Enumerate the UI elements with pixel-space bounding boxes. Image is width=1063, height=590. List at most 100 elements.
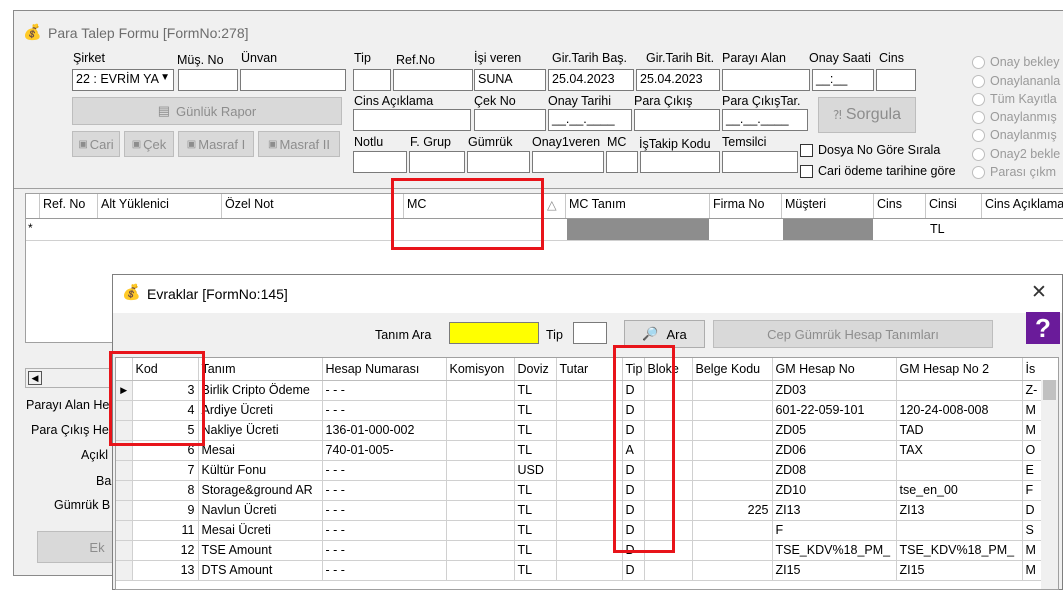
- ek-button[interactable]: Ek: [37, 531, 117, 563]
- cell-kod[interactable]: 5: [132, 420, 199, 441]
- cell-belge-kodu[interactable]: [692, 400, 773, 421]
- grid-header-mc[interactable]: MC: [404, 194, 544, 218]
- ref-no-input[interactable]: [393, 69, 473, 91]
- table-row[interactable]: 5 Nakliye Ücreti 136-01-000-002 TL D ZD05 TAD M: [116, 420, 1058, 441]
- cell-hesap-numarasi[interactable]: - - -: [322, 500, 447, 521]
- table-row[interactable]: 12 TSE Amount - - - TL D TSE_KDV%18_PM_ TSE_K…: [116, 540, 1058, 561]
- cell-tutar[interactable]: [556, 540, 623, 561]
- gir-tarih-bas-input[interactable]: 25.04.2023: [548, 69, 634, 91]
- column-header-hesap-numarasi[interactable]: Hesap Numarası: [322, 358, 447, 381]
- radio-onay-bekleyen[interactable]: [972, 56, 985, 69]
- cell-gm-hesap-no-2[interactable]: TAD: [896, 420, 1023, 441]
- column-header-kod[interactable]: Kod: [132, 358, 199, 381]
- grid-header-cins-aciklama[interactable]: Cins Açıklama: [982, 194, 1063, 218]
- column-header-komisyon[interactable]: Komisyon: [446, 358, 515, 381]
- cell-kod[interactable]: 9: [132, 500, 199, 521]
- cell-tutar[interactable]: [556, 460, 623, 481]
- cell-belge-kodu[interactable]: [692, 480, 773, 501]
- radio-onaylanmis-1[interactable]: [972, 111, 985, 124]
- cell-tanim[interactable]: Navlun Ücreti: [198, 500, 323, 521]
- cell-tutar[interactable]: [556, 400, 623, 421]
- radio-tum-kayitlar[interactable]: [972, 93, 985, 106]
- cell-belge-kodu[interactable]: [692, 440, 773, 461]
- table-row[interactable]: 4 Ardiye Ücreti - - - TL D 601-22-059-101 120…: [116, 400, 1058, 421]
- cell-tip[interactable]: D: [622, 500, 645, 521]
- cell-tutar[interactable]: [556, 480, 623, 501]
- cell-gm-hesap-no[interactable]: ZD08: [772, 460, 897, 481]
- radio-onay2-bekleyen[interactable]: [972, 148, 985, 161]
- cell-doviz[interactable]: TL: [514, 520, 557, 541]
- cell-gm-hesap-no[interactable]: ZD06: [772, 440, 897, 461]
- grid-header-mc-tanim[interactable]: MC Tanım: [566, 194, 710, 218]
- masraf1-button[interactable]: ▣ Masraf I: [178, 131, 254, 157]
- evraklar-grid[interactable]: Kod Tanım Hesap Numarası Komisyon Doviz Tutar…: [115, 357, 1059, 590]
- cell-bloke[interactable]: [644, 400, 693, 421]
- column-header-belge-kodu[interactable]: Belge Kodu: [692, 358, 773, 381]
- cell-tip[interactable]: D: [622, 420, 645, 441]
- cell-gm-hesap-no-2[interactable]: ZI15: [896, 560, 1023, 581]
- cell-tanim[interactable]: TSE Amount: [198, 540, 323, 561]
- cell-hesap-numarasi[interactable]: - - -: [322, 400, 447, 421]
- cell-gm-hesap-no-2[interactable]: [896, 520, 1023, 541]
- cell-hesap-numarasi[interactable]: - - -: [322, 460, 447, 481]
- vertical-scrollbar[interactable]: [1041, 380, 1058, 589]
- table-row[interactable]: 6 Mesai 740-01-005- TL A ZD06 TAX O: [116, 440, 1058, 461]
- row-indicator[interactable]: [116, 400, 133, 421]
- cell-kod[interactable]: 11: [132, 520, 199, 541]
- cell-tip[interactable]: D: [622, 400, 645, 421]
- cell-hesap-numarasi[interactable]: - - -: [322, 560, 447, 581]
- ara-button[interactable]: 🔎 Ara: [624, 320, 705, 348]
- cell-doviz[interactable]: TL: [514, 540, 557, 561]
- cell-hesap-numarasi[interactable]: - - -: [322, 380, 447, 401]
- cell-tanim[interactable]: DTS Amount: [198, 560, 323, 581]
- cell-kod[interactable]: 4: [132, 400, 199, 421]
- table-row[interactable]: 13 DTS Amount - - - TL D ZI15 ZI15 M: [116, 560, 1058, 581]
- cell-kod[interactable]: 13: [132, 560, 199, 581]
- column-header-gm-hesap-no-2[interactable]: GM Hesap No 2: [896, 358, 1023, 381]
- column-header-is[interactable]: İs: [1022, 358, 1058, 381]
- column-header-bloke[interactable]: Bloke: [644, 358, 693, 381]
- cell-doviz[interactable]: TL: [514, 420, 557, 441]
- column-header-doviz[interactable]: Doviz: [514, 358, 557, 381]
- row-indicator[interactable]: [116, 520, 133, 541]
- onay-tarihi-input[interactable]: __.__.____: [548, 109, 632, 131]
- cell-gm-hesap-no-2[interactable]: [896, 460, 1023, 481]
- row-indicator[interactable]: [116, 480, 133, 501]
- cell-komisyon[interactable]: [446, 480, 515, 501]
- cell-komisyon[interactable]: [446, 520, 515, 541]
- unvan-input[interactable]: [240, 69, 346, 91]
- cell-bloke[interactable]: [644, 520, 693, 541]
- horizontal-scrollbar[interactable]: ◀: [25, 368, 125, 388]
- cell-tip[interactable]: D: [622, 380, 645, 401]
- grid-header-ref-no[interactable]: Ref. No: [40, 194, 98, 218]
- cell-hesap-numarasi[interactable]: - - -: [322, 480, 447, 501]
- scroll-thumb[interactable]: [1043, 380, 1056, 400]
- cell-belge-kodu[interactable]: [692, 380, 773, 401]
- para-cikis-input[interactable]: [634, 109, 720, 131]
- cell-gm-hesap-no[interactable]: ZD05: [772, 420, 897, 441]
- row-indicator[interactable]: [116, 440, 133, 461]
- radio-parasi-cikmamis[interactable]: [972, 166, 985, 179]
- cell-gm-hesap-no[interactable]: F: [772, 520, 897, 541]
- grid-header-ozel-not[interactable]: Özel Not: [222, 194, 404, 218]
- cell-tanim[interactable]: Kültür Fonu: [198, 460, 323, 481]
- cell-tanim[interactable]: Birlik Cripto Ödeme: [198, 380, 323, 401]
- mc-input[interactable]: [606, 151, 638, 173]
- cell-doviz[interactable]: TL: [514, 400, 557, 421]
- column-header-tanim[interactable]: Tanım: [198, 358, 323, 381]
- cek-button[interactable]: ▣ Çek: [124, 131, 174, 157]
- cell-belge-kodu[interactable]: [692, 560, 773, 581]
- cek-no-input[interactable]: [474, 109, 546, 131]
- cell-gm-hesap-no-2[interactable]: tse_en_00: [896, 480, 1023, 501]
- sirket-select[interactable]: 22 : EVRİM YA ▼: [72, 69, 174, 91]
- onay-saati-input[interactable]: __:__: [812, 69, 874, 91]
- cari-button[interactable]: ▣ Cari: [72, 131, 120, 157]
- cell-kod[interactable]: 12: [132, 540, 199, 561]
- cell-komisyon[interactable]: [446, 540, 515, 561]
- cell-kod[interactable]: 8: [132, 480, 199, 501]
- row-indicator[interactable]: [116, 540, 133, 561]
- cell-komisyon[interactable]: [446, 380, 515, 401]
- cell-tip[interactable]: A: [622, 440, 645, 461]
- table-row[interactable]: 7 Kültür Fonu - - - USD D ZD08 E: [116, 460, 1058, 481]
- row-indicator[interactable]: [116, 560, 133, 581]
